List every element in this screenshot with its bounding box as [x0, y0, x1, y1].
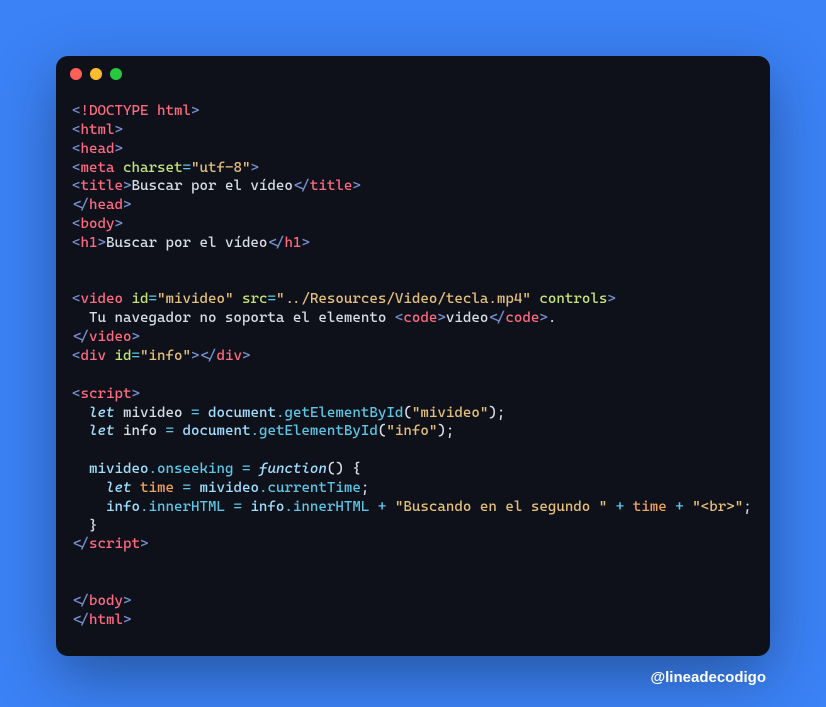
tag-html-open: html — [81, 122, 115, 138]
close-traffic-light-icon[interactable] — [70, 68, 82, 80]
tag-code-close: code — [505, 310, 539, 326]
info-ref-2: info — [250, 499, 284, 515]
innerHTML-2: innerHTML — [293, 499, 369, 515]
str-buscando: "Buscando en el segundo " — [395, 499, 607, 515]
tag-script-close: script — [89, 536, 140, 552]
val-utf8: "utf-8" — [191, 160, 250, 176]
window-titlebar — [56, 56, 770, 92]
tag-h1-open: h1 — [81, 235, 98, 251]
close-brace: } — [72, 518, 98, 534]
attr-id-video: id — [131, 291, 148, 307]
period: . — [548, 310, 557, 326]
tag-div-close: div — [216, 348, 242, 364]
code-window: <!DOCTYPE html> <html> <head> <meta char… — [56, 56, 770, 656]
doctype: !DOCTYPE html — [81, 103, 191, 119]
document-2: document — [182, 423, 250, 439]
tag-body-open: body — [81, 216, 115, 232]
kw-let-1: let — [89, 405, 115, 421]
str-br: "<br>" — [692, 499, 743, 515]
var-mivideo: mivideo — [123, 405, 182, 421]
val-info: "info" — [140, 348, 191, 364]
var-info: info — [123, 423, 157, 439]
var-time: time — [140, 480, 174, 496]
getElementById-1: getElementById — [284, 405, 403, 421]
tag-meta: meta — [81, 160, 115, 176]
tag-h1-close: h1 — [284, 235, 301, 251]
minimize-traffic-light-icon[interactable] — [90, 68, 102, 80]
tag-video-close: video — [89, 329, 131, 345]
tag-script-open: script — [81, 386, 132, 402]
attr-charset: charset — [123, 160, 182, 176]
code-inner: video — [446, 310, 488, 326]
function-kw: function — [259, 461, 327, 477]
innerHTML-1: innerHTML — [148, 499, 224, 515]
credit-label: @lineadecodigo — [56, 668, 770, 688]
tag-title-open: title — [81, 178, 123, 194]
document-1: document — [208, 405, 276, 421]
onseeking: onseeking — [157, 461, 233, 477]
attr-id-div: id — [115, 348, 132, 364]
val-src: "../Resources/Video/tecla.mp4" — [276, 291, 531, 307]
code-block: <!DOCTYPE html> <html> <head> <meta char… — [56, 92, 770, 656]
kw-let-2: let — [89, 423, 115, 439]
mivideo-ref-2: mivideo — [199, 480, 258, 496]
attr-src: src — [242, 291, 268, 307]
h1-text: Buscar por el vídeo — [106, 235, 267, 251]
val-mivideo: "mivideo" — [157, 291, 233, 307]
info-ref-1: info — [106, 499, 140, 515]
title-text: Buscar por el vídeo — [131, 178, 292, 194]
tag-html-close: html — [89, 612, 123, 628]
attr-controls: controls — [539, 291, 607, 307]
fallback-text-1: Tu navegador no soporta el elemento — [72, 310, 395, 326]
tag-div-open: div — [81, 348, 107, 364]
time-ref: time — [633, 499, 667, 515]
tag-head-close: head — [89, 197, 123, 213]
arg-mivideo: "mivideo" — [412, 405, 488, 421]
arg-info: "info" — [386, 423, 437, 439]
tag-title-close: title — [310, 178, 352, 194]
tag-head-open: head — [81, 141, 115, 157]
kw-let-3: let — [106, 480, 132, 496]
mivideo-ref: mivideo — [89, 461, 148, 477]
tag-body-close: body — [89, 593, 123, 609]
currentTime: currentTime — [267, 480, 360, 496]
getElementById-2: getElementById — [259, 423, 378, 439]
zoom-traffic-light-icon[interactable] — [110, 68, 122, 80]
tag-code-open: code — [403, 310, 437, 326]
tag-video-open: video — [81, 291, 123, 307]
